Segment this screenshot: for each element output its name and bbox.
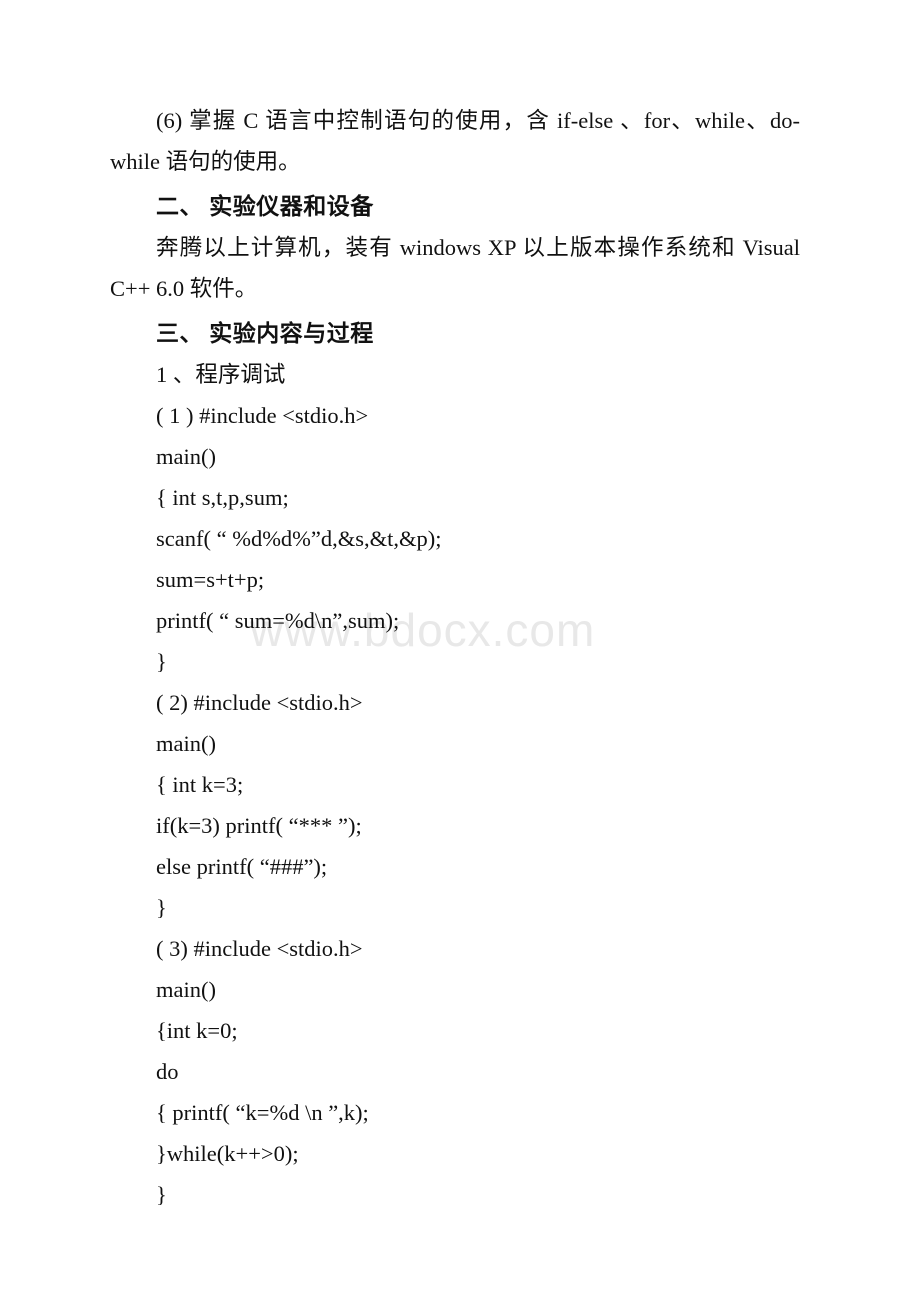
objective-item-6: (6) 掌握 C 语言中控制语句的使用，含 if-else 、for、while…: [110, 108, 800, 174]
code-line: printf( “ sum=%d\n”,sum);: [156, 608, 400, 633]
code-line: do: [156, 1059, 179, 1084]
code-line: main(): [156, 977, 216, 1002]
document-content: (6) 掌握 C 语言中控制语句的使用，含 if-else 、for、while…: [110, 100, 800, 1215]
program-label-3: ( 3) #include <stdio.h>: [156, 936, 363, 961]
code-line: if(k=3) printf( “*** ”);: [156, 813, 362, 838]
section-heading-two: 二、 实验仪器和设备: [156, 194, 374, 219]
section-heading-three: 三、 实验内容与过程: [156, 321, 374, 346]
code-line: }: [156, 649, 167, 674]
subsection-program-debug: 1 、程序调试: [156, 362, 286, 387]
code-line: { int s,t,p,sum;: [156, 485, 289, 510]
code-line: sum=s+t+p;: [156, 567, 265, 592]
code-line: { int k=3;: [156, 772, 244, 797]
section-two-body: 奔腾以上计算机，装有 windows XP 以上版本操作系统和 Visual C…: [110, 235, 800, 301]
document-page: www.bdocx.com (6) 掌握 C 语言中控制语句的使用，含 if-e…: [0, 0, 920, 1302]
code-line: }while(k++>0);: [156, 1141, 299, 1166]
code-line: main(): [156, 731, 216, 756]
code-line: scanf( “ %d%d%”d,&s,&t,&p);: [156, 526, 442, 551]
code-line: else printf( “###”);: [156, 854, 328, 879]
code-line: {int k=0;: [156, 1018, 238, 1043]
program-label-1: ( 1 ) #include <stdio.h>: [156, 403, 369, 428]
code-line: }: [156, 1182, 167, 1207]
code-line: main(): [156, 444, 216, 469]
program-label-2: ( 2) #include <stdio.h>: [156, 690, 363, 715]
code-line: { printf( “k=%d \n ”,k);: [156, 1100, 369, 1125]
code-line: }: [156, 895, 167, 920]
